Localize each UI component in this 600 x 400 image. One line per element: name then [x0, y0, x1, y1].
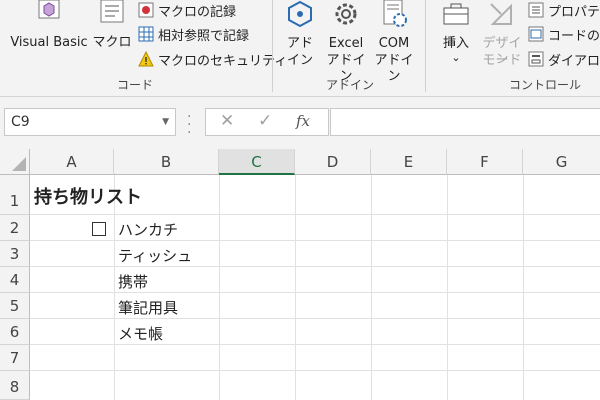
- more-options-icon[interactable]: · · ·: [187, 110, 191, 140]
- gridline: [295, 175, 296, 400]
- row-header-8[interactable]: 8: [0, 371, 30, 400]
- formula-buttons: ✕ ✓ fx: [205, 108, 329, 136]
- toolbox-icon: [443, 3, 469, 25]
- addin-icon: [288, 0, 312, 28]
- macro-icon: [100, 0, 124, 23]
- relative-reference-button[interactable]: 相対参照で記録: [138, 24, 249, 44]
- row-header-1[interactable]: 1: [0, 175, 30, 215]
- excel-addin-button[interactable]: Excel アドイン: [324, 0, 368, 84]
- warning-icon: [138, 51, 154, 67]
- gridline: [447, 175, 448, 400]
- com-addin-button[interactable]: COM アドイン: [372, 0, 416, 84]
- gridline: [523, 175, 524, 400]
- insert-control-button[interactable]: 挿入 ⌄: [436, 0, 476, 64]
- cell-b5[interactable]: 筆記用具: [118, 297, 178, 318]
- visual-basic-button[interactable]: Visual Basic: [10, 0, 88, 50]
- spreadsheet-grid: A B C D E F G 1 2 3 4 5 6 7 8 持ち物リスト ハンカ…: [0, 149, 600, 400]
- addin-button[interactable]: アド イン: [282, 0, 318, 68]
- insert-function-icon[interactable]: fx: [296, 112, 310, 130]
- view-code-icon: [528, 26, 544, 42]
- run-dialog-button[interactable]: ダイアログ: [528, 49, 600, 69]
- column-header-a[interactable]: A: [30, 149, 114, 175]
- control-group-label: コントロール: [508, 78, 581, 92]
- row-header-4[interactable]: 4: [0, 267, 30, 293]
- checkbox[interactable]: [92, 222, 106, 236]
- formula-bar: C9 ▼ · · · ✕ ✓ fx: [0, 97, 600, 149]
- properties-button[interactable]: プロパティ: [528, 0, 600, 20]
- com-addin-icon: [383, 0, 407, 27]
- dialog-icon: [528, 51, 544, 67]
- select-all-icon: [12, 157, 26, 171]
- column-header-e[interactable]: E: [371, 149, 447, 175]
- gear-icon: [335, 3, 357, 25]
- formula-input[interactable]: [330, 108, 600, 136]
- gridline: [30, 266, 600, 267]
- row-header-2[interactable]: 2: [0, 215, 30, 241]
- column-header-d[interactable]: D: [295, 149, 371, 175]
- cell-a1[interactable]: 持ち物リスト: [34, 183, 142, 209]
- column-header-c[interactable]: C: [219, 149, 295, 175]
- column-header-b[interactable]: B: [114, 149, 219, 175]
- column-header-g[interactable]: G: [523, 149, 600, 175]
- row-header-5[interactable]: 5: [0, 293, 30, 319]
- row-header-3[interactable]: 3: [0, 241, 30, 267]
- record-macro-button[interactable]: マクロの記録: [138, 0, 236, 20]
- gridline: [30, 240, 600, 241]
- enter-icon[interactable]: ✓: [258, 111, 272, 131]
- row-header-6[interactable]: 6: [0, 319, 30, 345]
- ribbon: Visual Basic マクロ マクロの記録 相対参照で記録 マクロのセキュリ…: [0, 0, 600, 97]
- group-separator: [425, 0, 426, 92]
- gridline: [30, 318, 600, 319]
- cancel-icon[interactable]: ✕: [220, 111, 234, 131]
- gridline: [30, 292, 600, 293]
- relative-reference-icon: [138, 26, 154, 42]
- row-header-7[interactable]: 7: [0, 345, 30, 371]
- code-group-label: コード: [116, 78, 153, 92]
- gridline: [30, 214, 600, 215]
- design-mode-button[interactable]: デザイン モード: [478, 0, 526, 68]
- gridline: [30, 344, 600, 345]
- addin-group-label: アドイン: [325, 78, 374, 92]
- chevron-down-icon[interactable]: ▼: [162, 109, 169, 135]
- name-box[interactable]: C9 ▼: [4, 108, 176, 136]
- cell-b4[interactable]: 携帯: [118, 271, 148, 292]
- cell-b2[interactable]: ハンカチ: [118, 219, 178, 240]
- gridline: [219, 175, 220, 400]
- macro-security-button[interactable]: マクロのセキュリティ: [138, 49, 287, 69]
- record-macro-icon: [138, 2, 154, 18]
- group-separator: [272, 0, 273, 92]
- select-all-button[interactable]: [0, 149, 30, 175]
- cell-b6[interactable]: メモ帳: [118, 323, 163, 344]
- macro-button[interactable]: マクロ: [92, 0, 132, 50]
- gridline: [30, 370, 600, 371]
- cell-b3[interactable]: ティッシュ: [118, 245, 192, 266]
- design-mode-icon: [490, 3, 512, 25]
- visual-basic-icon: [38, 0, 60, 19]
- column-header-f[interactable]: F: [447, 149, 523, 175]
- gridline: [371, 175, 372, 400]
- view-code-button[interactable]: コードの表: [528, 24, 600, 44]
- properties-icon: [528, 2, 544, 18]
